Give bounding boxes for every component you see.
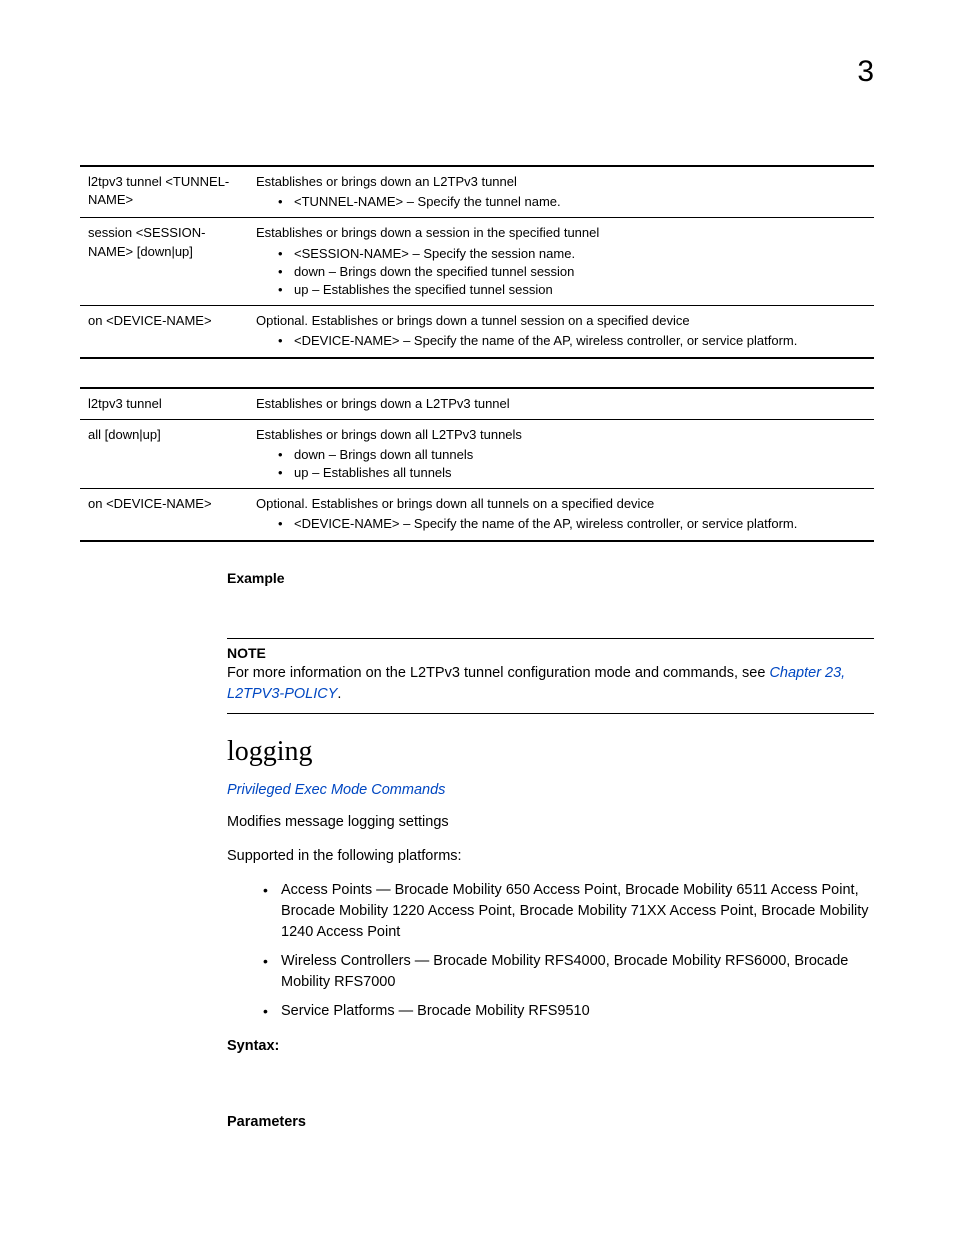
note-text: For more information on the L2TPv3 tunne… <box>227 663 874 705</box>
desc-cell: Optional. Establishes or brings down a t… <box>250 306 874 358</box>
param-cell: all [down|up] <box>80 419 250 489</box>
desc-intro: Establishes or brings down all L2TPv3 tu… <box>256 426 868 444</box>
list-item: Access Points — Brocade Mobility 650 Acc… <box>263 880 874 943</box>
table-row: on <DEVICE-NAME> Optional. Establishes o… <box>80 306 874 358</box>
desc-list: <DEVICE-NAME> – Specify the name of the … <box>256 515 868 533</box>
divider <box>227 713 874 714</box>
table-row: session <SESSION-NAME> [down|up] Establi… <box>80 218 874 306</box>
desc-list: <DEVICE-NAME> – Specify the name of the … <box>256 332 868 350</box>
list-item: <DEVICE-NAME> – Specify the name of the … <box>280 332 868 350</box>
body-paragraph: Modifies message logging settings <box>227 812 874 832</box>
example-label: Example <box>227 570 874 586</box>
note-text-before: For more information on the L2TPv3 tunne… <box>227 665 769 681</box>
desc-cell: Establishes or brings down all L2TPv3 tu… <box>250 419 874 489</box>
list-item: <DEVICE-NAME> – Specify the name of the … <box>280 515 868 533</box>
param-table-1: l2tpv3 tunnel <TUNNEL-NAME> Establishes … <box>80 165 874 359</box>
list-item: down – Brings down the specified tunnel … <box>280 263 868 281</box>
desc-cell: Establishes or brings down an L2TPv3 tun… <box>250 166 874 218</box>
desc-cell: Establishes or brings down a session in … <box>250 218 874 306</box>
desc-list: <SESSION-NAME> – Specify the session nam… <box>256 245 868 300</box>
page-number: 3 <box>857 55 874 89</box>
desc-list: <TUNNEL-NAME> – Specify the tunnel name. <box>256 193 868 211</box>
body-paragraph: Supported in the following platforms: <box>227 846 874 866</box>
desc-list: down – Brings down all tunnels up – Esta… <box>256 446 868 482</box>
note-text-after: . <box>337 686 341 702</box>
divider <box>227 638 874 639</box>
param-cell: on <DEVICE-NAME> <box>80 306 250 358</box>
platform-list: Access Points — Brocade Mobility 650 Acc… <box>227 880 874 1022</box>
syntax-label: Syntax: <box>227 1038 874 1054</box>
page-content: l2tpv3 tunnel <TUNNEL-NAME> Establishes … <box>80 165 874 1144</box>
desc-intro: Optional. Establishes or brings down all… <box>256 495 868 513</box>
section-body: Example NOTE For more information on the… <box>227 570 874 1131</box>
section-subheading-link[interactable]: Privileged Exec Mode Commands <box>227 782 874 798</box>
param-cell: session <SESSION-NAME> [down|up] <box>80 218 250 306</box>
desc-cell: Optional. Establishes or brings down all… <box>250 489 874 541</box>
note-label: NOTE <box>227 645 874 661</box>
table-row: l2tpv3 tunnel <TUNNEL-NAME> Establishes … <box>80 166 874 218</box>
desc-intro: Optional. Establishes or brings down a t… <box>256 312 868 330</box>
param-table-2: l2tpv3 tunnel Establishes or brings down… <box>80 387 874 542</box>
param-cell: on <DEVICE-NAME> <box>80 489 250 541</box>
list-item: down – Brings down all tunnels <box>280 446 868 464</box>
list-item: up – Establishes the specified tunnel se… <box>280 281 868 299</box>
param-cell: l2tpv3 tunnel <TUNNEL-NAME> <box>80 166 250 218</box>
param-cell: l2tpv3 tunnel <box>80 388 250 420</box>
parameters-label: Parameters <box>227 1114 874 1130</box>
desc-intro: Establishes or brings down a session in … <box>256 224 868 242</box>
desc-intro: Establishes or brings down a L2TPv3 tunn… <box>256 395 868 413</box>
list-item: <TUNNEL-NAME> – Specify the tunnel name. <box>280 193 868 211</box>
list-item: Service Platforms — Brocade Mobility RFS… <box>263 1001 874 1022</box>
table-row: on <DEVICE-NAME> Optional. Establishes o… <box>80 489 874 541</box>
desc-cell: Establishes or brings down a L2TPv3 tunn… <box>250 388 874 420</box>
list-item: up – Establishes all tunnels <box>280 464 868 482</box>
section-heading: logging <box>227 736 874 768</box>
table-row: l2tpv3 tunnel Establishes or brings down… <box>80 388 874 420</box>
list-item: Wireless Controllers — Brocade Mobility … <box>263 951 874 993</box>
desc-intro: Establishes or brings down an L2TPv3 tun… <box>256 173 868 191</box>
list-item: <SESSION-NAME> – Specify the session nam… <box>280 245 868 263</box>
table-row: all [down|up] Establishes or brings down… <box>80 419 874 489</box>
